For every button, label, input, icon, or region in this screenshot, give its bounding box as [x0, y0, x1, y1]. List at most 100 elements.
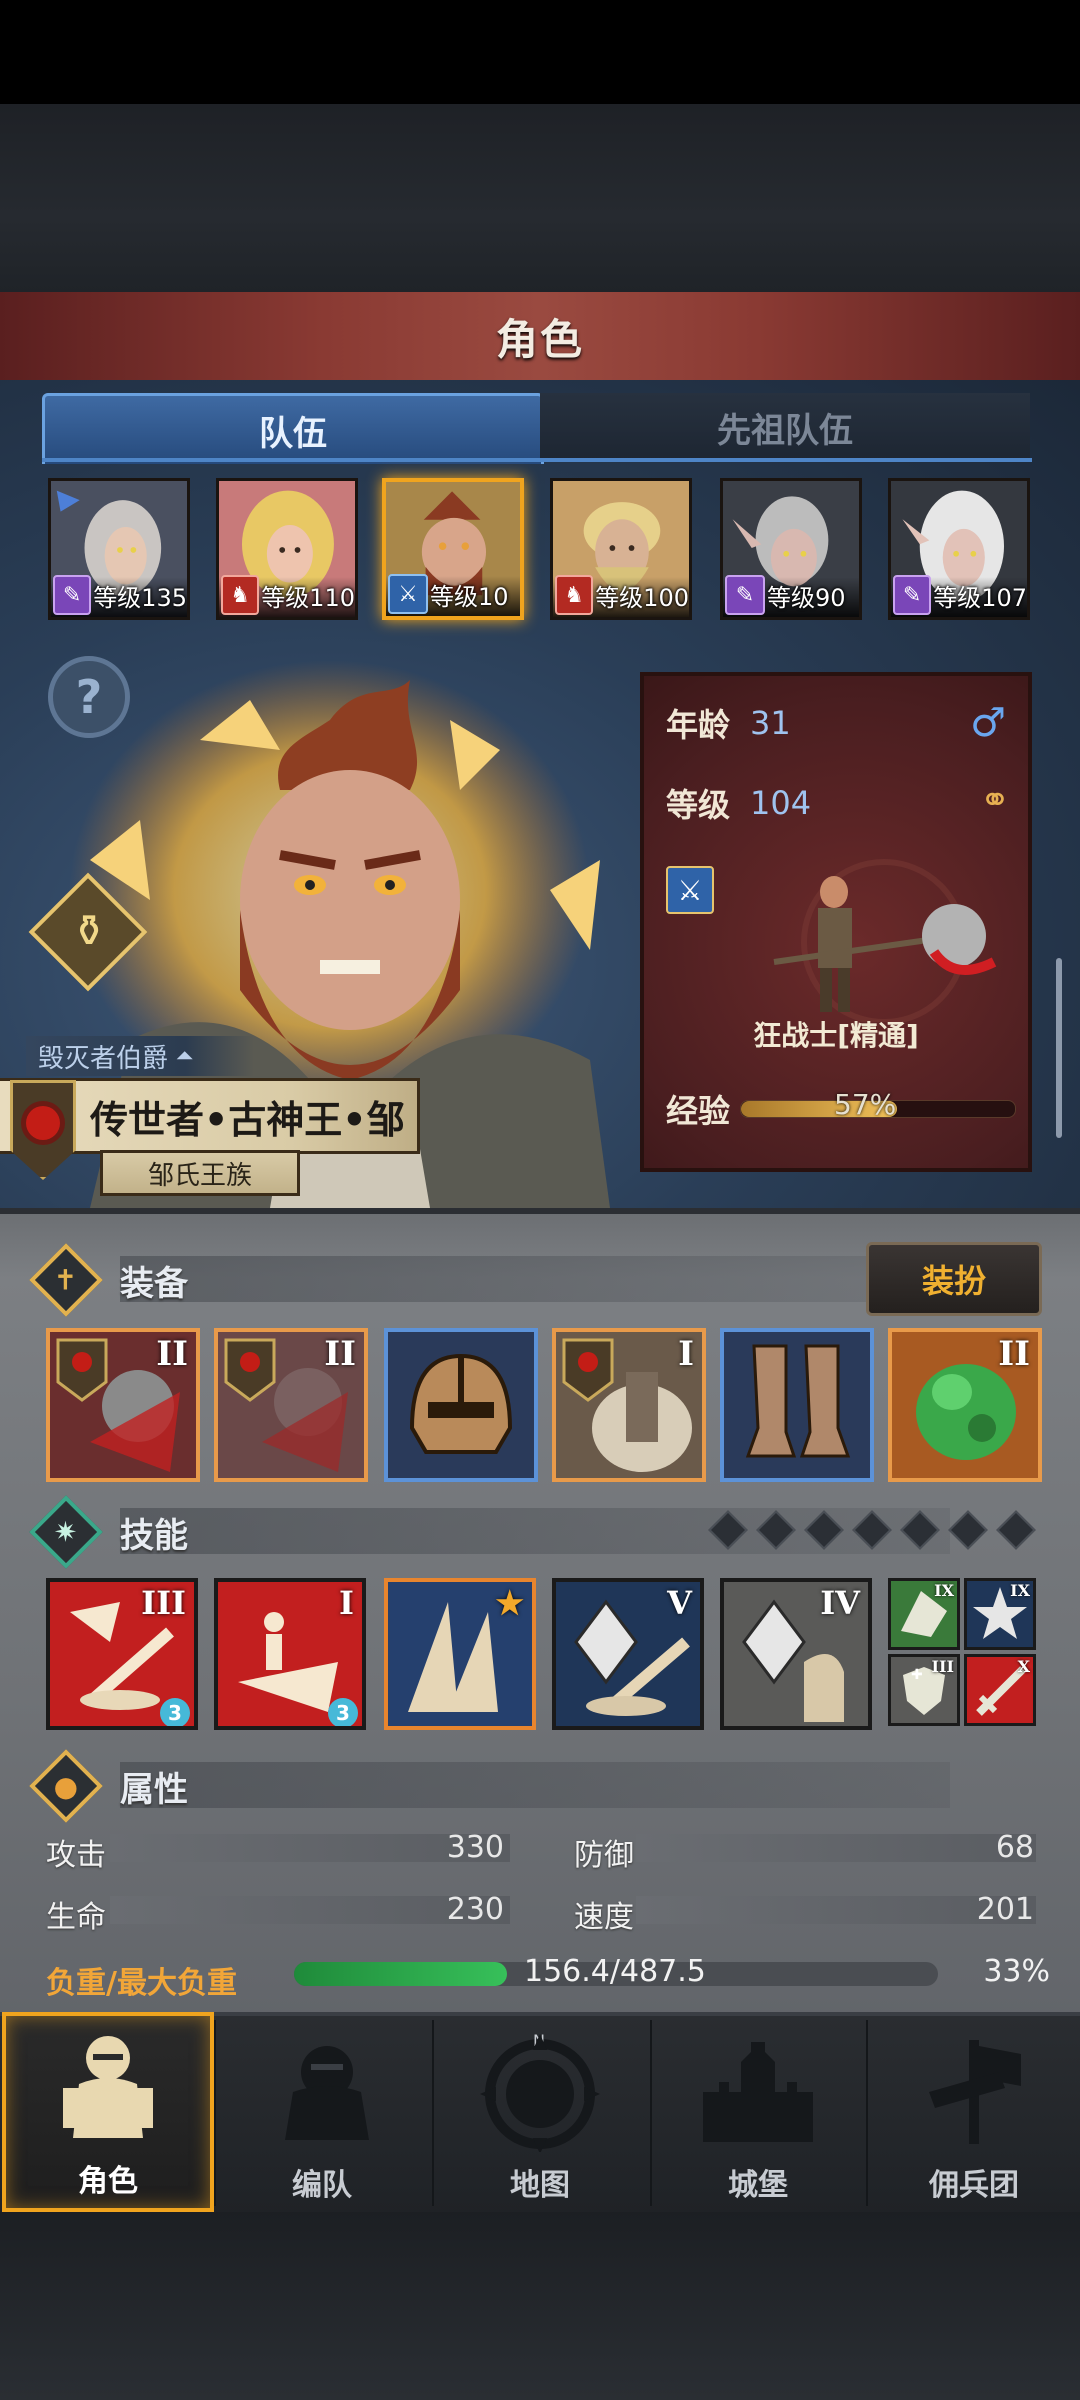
exp-percent: 57%	[834, 1088, 897, 1121]
passive-skill-3[interactable]: ✚ III	[888, 1654, 960, 1726]
tier-label: IX	[934, 1581, 954, 1600]
tab-party[interactable]: 队伍	[42, 393, 544, 464]
weight-bar-fill	[294, 1962, 507, 1986]
skill-slot-3[interactable]: ★	[384, 1578, 536, 1730]
skill-count-badge: 3	[160, 1698, 190, 1726]
section-strip	[120, 1762, 950, 1808]
status-bar-area	[0, 0, 1080, 104]
age-row: 年龄 31	[666, 700, 791, 746]
age-value: 31	[750, 704, 791, 742]
party-member-5[interactable]: ✎ 等级90	[720, 478, 862, 620]
party-level-text: 等级100	[595, 584, 689, 612]
rank-up-icon: ⏶	[176, 1043, 194, 1069]
hp-value: 230	[446, 1892, 504, 1927]
party-level-text: 等级10	[430, 583, 509, 611]
skill-slot-1[interactable]: III 3	[46, 1578, 198, 1730]
help-button[interactable]: ?	[48, 656, 130, 738]
equip-slot-boots[interactable]	[720, 1328, 874, 1482]
equip-slot-weapon-2[interactable]: II	[214, 1328, 368, 1482]
defense-label: 防御	[574, 1838, 634, 1873]
equip-slot-armor[interactable]: I	[552, 1328, 706, 1482]
attack-value: 330	[446, 1830, 504, 1865]
exp-label: 经验	[666, 1092, 731, 1130]
weight-label: 负重/最大负重	[46, 1966, 237, 2001]
mercenary-banner-icon	[929, 2040, 1021, 2144]
dress-up-button[interactable]: 装扮	[866, 1242, 1042, 1316]
svg-text:✚: ✚	[911, 1667, 923, 1683]
skill-slot-4[interactable]: V	[552, 1578, 704, 1730]
exp-row: 经验	[666, 1086, 730, 1132]
party-member-1[interactable]: ✎ 等级135	[48, 478, 190, 620]
party-member-6[interactable]: ✎ 等级107	[888, 478, 1030, 620]
party-member-3[interactable]: ⚔ 等级10	[382, 478, 524, 620]
party-level-text: 等级135	[93, 584, 187, 612]
passive-skill-2[interactable]: IX	[964, 1578, 1036, 1650]
weight-percent: 33%	[983, 1954, 1050, 1989]
nav-label: 佣兵团	[929, 2168, 1019, 2203]
staff-class-icon: ✎	[53, 575, 92, 615]
equip-slot-helmet[interactable]	[384, 1328, 538, 1482]
passive-skill-4[interactable]: X	[964, 1654, 1036, 1726]
level-strip: ✎ 等级135	[51, 575, 187, 617]
tab-ancestor-party[interactable]: 先祖队伍	[540, 393, 1030, 461]
compass-map-icon: N	[480, 2032, 600, 2152]
family-name: 邹氏王族	[147, 1160, 252, 1191]
level-strip: ♞ 等级100	[553, 575, 689, 617]
equip-slot-weapon-1[interactable]: II	[46, 1328, 200, 1482]
party-member-2[interactable]: ♞ 等级110	[216, 478, 358, 620]
sword-class-icon: ⚔	[388, 574, 428, 614]
passive-skill-1[interactable]: IX	[888, 1578, 960, 1650]
staff-class-icon: ✎	[893, 575, 932, 615]
nav-map[interactable]: N 地图	[434, 2012, 646, 2212]
nav-mercenary[interactable]: 佣兵团	[868, 2012, 1080, 2212]
top-backdrop	[0, 104, 1080, 292]
level-strip: ♞ 等级110	[219, 575, 355, 617]
nav-label: 角色	[78, 2164, 138, 2199]
beast-class-icon: ♞	[555, 575, 594, 615]
hp-label: 生命	[46, 1900, 106, 1935]
rank-title-text: 毁灭者伯爵	[38, 1043, 169, 1074]
level-strip: ✎ 等级107	[891, 575, 1027, 617]
party-member-4[interactable]: ♞ 等级100	[550, 478, 692, 620]
formation-icon	[285, 2046, 369, 2140]
nav-label: 地图	[510, 2168, 570, 2203]
tier-label: IX	[1010, 1581, 1030, 1600]
scrollbar[interactable]	[1056, 958, 1062, 1138]
equip-slot-accessory[interactable]: II	[888, 1328, 1042, 1482]
party-level-text: 等级107	[933, 584, 1027, 612]
nav-label: 编队	[292, 2168, 352, 2203]
level-strip: ⚔ 等级10	[386, 574, 520, 616]
class-name: 狂战士[精通]	[753, 1019, 919, 1052]
speed-value: 201	[976, 1892, 1034, 1927]
male-icon: ♂	[970, 700, 1006, 746]
crest-sun-emblem	[26, 1106, 60, 1140]
skill-count-badge: 3	[328, 1698, 358, 1726]
star-burst-icon: ✷	[29, 1495, 103, 1569]
age-label: 年龄	[666, 706, 731, 744]
sword-class-icon: ⚔	[666, 866, 714, 914]
nav-character[interactable]: 角色	[2, 2012, 214, 2212]
defense-value: 68	[995, 1830, 1034, 1865]
nav-castle[interactable]: 城堡	[652, 2012, 864, 2212]
character-info-panel: 年龄 31 ♂ 等级 104 ⚭ ⚔ 狂战士[精通] 经验 57%	[640, 672, 1032, 1172]
party-level-text: 等级110	[261, 584, 355, 612]
level-value: 104	[750, 784, 812, 822]
tier-label: II	[156, 1334, 188, 1374]
nav-formation[interactable]: 编队	[216, 2012, 428, 2212]
potion-icon: ⚱	[70, 906, 108, 957]
tier-label: IV	[820, 1584, 860, 1622]
helmet-icon	[388, 1332, 534, 1478]
attributes-title: 属性	[120, 1769, 188, 1810]
level-label: 等级	[666, 786, 731, 824]
title-banner: 角色	[0, 292, 1080, 383]
skill-slot-2[interactable]: I 3	[214, 1578, 366, 1730]
tier-label: II	[324, 1334, 356, 1374]
skill-slot-5[interactable]: IV	[720, 1578, 872, 1730]
attack-label: 攻击	[46, 1838, 106, 1873]
star-icon: ★	[495, 1584, 524, 1622]
weight-value: 156.4/487.5	[524, 1954, 706, 1989]
tier-label: V	[667, 1584, 692, 1622]
section-strip	[120, 1256, 950, 1302]
skills-title: 技能	[120, 1515, 188, 1556]
rings-icon[interactable]: ⚭	[980, 780, 1010, 821]
